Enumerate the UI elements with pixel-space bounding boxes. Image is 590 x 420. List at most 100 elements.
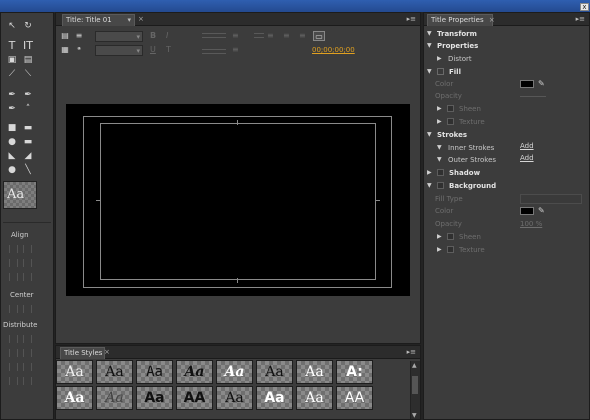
- add-outer-stroke-link[interactable]: Add: [520, 152, 534, 164]
- tab-title-properties[interactable]: Title Properties ×: [427, 14, 495, 26]
- center-text-icon[interactable]: ≡: [232, 31, 239, 41]
- eyedropper-icon[interactable]: ✎: [538, 78, 545, 90]
- title-style-swatch[interactable]: A:: [336, 360, 373, 384]
- title-style-swatch[interactable]: AA: [336, 386, 373, 410]
- title-dropdown-icon[interactable]: ▾: [127, 15, 131, 26]
- show-background-video-icon[interactable]: ᵃ: [73, 45, 85, 55]
- selection-tool-icon[interactable]: ↖: [7, 21, 17, 31]
- title-style-swatch[interactable]: Aa: [256, 386, 293, 410]
- inner-strokes-row[interactable]: ▼ Inner Strokes Add: [424, 142, 588, 154]
- texture-checkbox[interactable]: [447, 118, 454, 125]
- expand-right-icon[interactable]: ▶: [437, 103, 442, 115]
- align-left-text-line[interactable]: [202, 49, 226, 50]
- styles-tab-close-icon[interactable]: ×: [104, 348, 110, 356]
- add-anchor-tool-icon[interactable]: ✒: [7, 104, 17, 114]
- font-family-dropdown[interactable]: [95, 31, 143, 42]
- line-tool-icon[interactable]: ╲: [23, 165, 33, 175]
- title-style-swatch[interactable]: Aa: [296, 386, 333, 410]
- area-type-tool-icon[interactable]: ▣: [7, 55, 17, 65]
- tab-title-styles[interactable]: Title Styles: [60, 347, 105, 359]
- delete-anchor-tool-icon[interactable]: ✒: [23, 90, 33, 100]
- sheen-checkbox[interactable]: [447, 105, 454, 112]
- properties-tab-close-icon[interactable]: ×: [489, 16, 495, 24]
- arc-tool-icon[interactable]: ◢: [23, 151, 33, 161]
- bg-sheen-row[interactable]: ▶ Sheen: [424, 231, 588, 243]
- align-bottom-icon[interactable]: [23, 273, 32, 281]
- distribute-middle-icon[interactable]: [23, 349, 32, 357]
- expand-right-icon[interactable]: ▶: [437, 116, 442, 128]
- styles-panel-menu-icon[interactable]: ▸≡: [407, 349, 416, 356]
- title-style-swatch[interactable]: Aa: [56, 386, 93, 410]
- center-horizontal-icon[interactable]: [9, 305, 18, 313]
- bg-sheen-checkbox[interactable]: [447, 233, 454, 240]
- title-style-swatch[interactable]: Aa: [136, 360, 173, 384]
- align-center-text-line[interactable]: [202, 53, 226, 54]
- expand-down-icon[interactable]: ▼: [427, 66, 432, 78]
- distribute-even-v-icon[interactable]: [23, 377, 32, 385]
- path-type-tool-icon[interactable]: ⟋: [7, 69, 17, 79]
- ellipse-tool-icon[interactable]: ●: [7, 165, 17, 175]
- texture-row[interactable]: ▶ Texture: [424, 116, 588, 128]
- font-style-dropdown[interactable]: [95, 45, 143, 56]
- distribute-top-icon[interactable]: [9, 349, 18, 357]
- expand-down-icon[interactable]: ▼: [427, 180, 432, 192]
- bg-texture-row[interactable]: ▶ Texture: [424, 244, 588, 256]
- title-style-swatch[interactable]: Aa: [216, 386, 253, 410]
- tab-stops-line-2[interactable]: [254, 37, 264, 38]
- underline-icon[interactable]: U: [150, 45, 156, 55]
- tab-stops-line[interactable]: [254, 33, 264, 34]
- properties-row[interactable]: ▼ Properties: [424, 40, 588, 52]
- vertical-path-type-tool-icon[interactable]: ⟍: [23, 69, 33, 79]
- expand-down-icon[interactable]: ▼: [427, 129, 432, 141]
- vertical-area-type-tool-icon[interactable]: ▤: [23, 55, 33, 65]
- distribute-left-icon[interactable]: [9, 335, 18, 343]
- expand-down-icon[interactable]: ▼: [437, 142, 442, 154]
- leading-slider[interactable]: [202, 37, 226, 38]
- distribute-center-icon[interactable]: [23, 335, 32, 343]
- pen-tool-icon[interactable]: ✒: [7, 90, 17, 100]
- distort-row[interactable]: ▶ Distort: [424, 53, 588, 65]
- roll-crawl-options-icon[interactable]: ≡: [73, 31, 85, 41]
- align-justify-icon[interactable]: ≡: [283, 31, 290, 41]
- window-close-button[interactable]: x: [580, 3, 589, 11]
- title-style-swatch[interactable]: Aa: [296, 360, 333, 384]
- vertical-type-tool-icon[interactable]: IT: [23, 40, 33, 51]
- kerning-slider[interactable]: [202, 33, 226, 34]
- background-checkbox[interactable]: [437, 182, 444, 189]
- bg-opacity-value[interactable]: 100 %: [520, 218, 542, 230]
- bg-color-swatch[interactable]: [520, 207, 534, 215]
- expand-right-icon[interactable]: ▶: [437, 53, 442, 65]
- fill-type-dropdown[interactable]: [520, 194, 582, 204]
- background-row[interactable]: ▼ Background: [424, 180, 588, 192]
- tab-stops-icon[interactable]: ≡: [267, 31, 274, 41]
- properties-panel-menu-icon[interactable]: ▸≡: [576, 16, 585, 23]
- styles-scroll-thumb[interactable]: [412, 376, 418, 394]
- sheen-row[interactable]: ▶ Sheen: [424, 103, 588, 115]
- type-tool-icon[interactable]: T: [7, 40, 17, 51]
- outer-strokes-row[interactable]: ▼ Outer Strokes Add: [424, 154, 588, 166]
- right-text-icon[interactable]: ≡: [232, 45, 239, 55]
- distribute-right-icon[interactable]: [9, 363, 18, 371]
- align-left-icon[interactable]: [9, 245, 18, 253]
- font-size-icon[interactable]: T: [166, 45, 171, 55]
- title-style-swatch[interactable]: Aa: [136, 386, 173, 410]
- tab-title-01[interactable]: Title: Title 01 ▾: [62, 14, 135, 26]
- align-top-icon[interactable]: [9, 259, 18, 267]
- distribute-bottom-icon[interactable]: [23, 363, 32, 371]
- title-style-swatch[interactable]: Aa: [176, 360, 213, 384]
- eyedropper-icon[interactable]: ✎: [538, 205, 545, 217]
- center-vertical-icon[interactable]: [23, 305, 32, 313]
- new-title-icon[interactable]: ▤: [59, 31, 71, 41]
- expand-down-icon[interactable]: ▼: [427, 40, 432, 52]
- fill-opacity-slider[interactable]: [520, 96, 546, 97]
- add-inner-stroke-link[interactable]: Add: [520, 140, 534, 152]
- distribute-even-h-icon[interactable]: [9, 377, 18, 385]
- title-style-swatch[interactable]: Aa: [96, 360, 133, 384]
- strokes-row[interactable]: ▼ Strokes: [424, 129, 588, 141]
- fill-row[interactable]: ▼ Fill: [424, 66, 588, 78]
- align-center-icon[interactable]: [23, 245, 32, 253]
- rotation-tool-icon[interactable]: ↻: [23, 21, 33, 31]
- timecode-display[interactable]: 00;00;00;00: [312, 46, 355, 54]
- rounded-corner-tool-icon[interactable]: ▬: [23, 137, 33, 147]
- bg-texture-checkbox[interactable]: [447, 246, 454, 253]
